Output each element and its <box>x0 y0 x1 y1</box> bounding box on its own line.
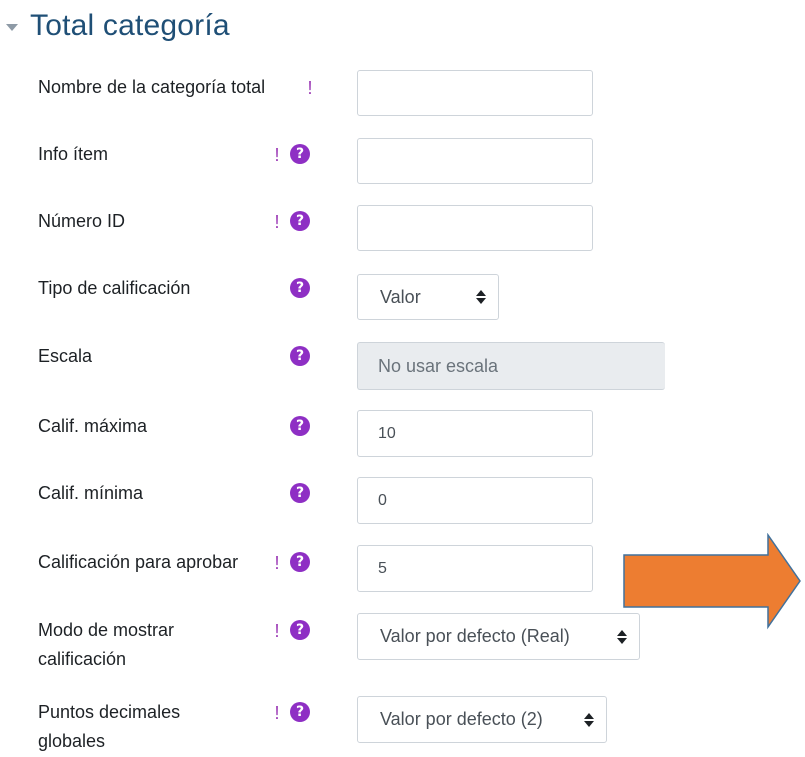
section-header-total-categoria[interactable]: Total categoría <box>6 4 230 48</box>
required-icon: ! <box>274 703 280 723</box>
pass-grade-input[interactable]: 5 <box>357 545 593 592</box>
required-icon: ! <box>274 621 280 641</box>
help-icon[interactable]: ? <box>290 552 310 572</box>
item-info-label: Info ítem <box>38 144 109 164</box>
display-type-label: Modo de mostrar calificación <box>38 620 175 669</box>
pass-grade-label: Calificación para aprobar <box>38 552 239 572</box>
select-arrows-icon <box>584 712 594 727</box>
pass-grade-value: 5 <box>378 559 387 577</box>
required-icon: ! <box>274 145 280 165</box>
category-name-input[interactable] <box>357 70 593 116</box>
section-title: Total categoría <box>30 9 230 42</box>
display-type-value: Valor por defecto (Real) <box>380 626 570 646</box>
min-grade-value: 0 <box>378 491 387 509</box>
id-number-input[interactable] <box>357 205 593 251</box>
required-icon: ! <box>274 553 280 573</box>
help-icon[interactable]: ? <box>290 416 310 436</box>
grade-type-select[interactable]: Valor <box>357 274 499 320</box>
select-arrows-icon <box>476 290 486 304</box>
category-name-label: Nombre de la categoría total <box>38 77 266 97</box>
min-grade-label: Calif. mínima <box>38 483 144 503</box>
help-icon[interactable]: ? <box>290 620 310 640</box>
required-icon: ! <box>274 212 280 232</box>
scale-select-disabled: No usar escala <box>357 342 665 390</box>
help-icon[interactable]: ? <box>290 278 310 298</box>
max-grade-value: 10 <box>378 424 396 442</box>
grade-type-value: Valor <box>380 286 421 307</box>
annotation-arrow-icon <box>623 533 801 630</box>
required-icon: ! <box>307 78 313 98</box>
decimal-points-select[interactable]: Valor por defecto (2) <box>357 696 607 743</box>
item-info-input[interactable] <box>357 138 593 184</box>
help-icon[interactable]: ? <box>290 346 310 366</box>
id-number-label: Número ID <box>38 211 126 231</box>
grade-type-label: Tipo de calificación <box>38 278 191 298</box>
min-grade-input[interactable]: 0 <box>357 477 593 524</box>
display-type-select[interactable]: Valor por defecto (Real) <box>357 613 640 660</box>
decimal-points-value: Valor por defecto (2) <box>380 709 543 729</box>
help-icon[interactable]: ? <box>290 702 310 722</box>
help-icon[interactable]: ? <box>290 483 310 503</box>
help-icon[interactable]: ? <box>290 211 310 231</box>
decimal-points-label: Puntos decimales globales <box>38 702 181 751</box>
scale-label: Escala <box>38 346 93 366</box>
max-grade-label: Calif. máxima <box>38 416 148 436</box>
help-icon[interactable]: ? <box>290 144 310 164</box>
caret-down-icon <box>6 23 18 31</box>
scale-value: No usar escala <box>378 355 499 376</box>
max-grade-input[interactable]: 10 <box>357 410 593 457</box>
